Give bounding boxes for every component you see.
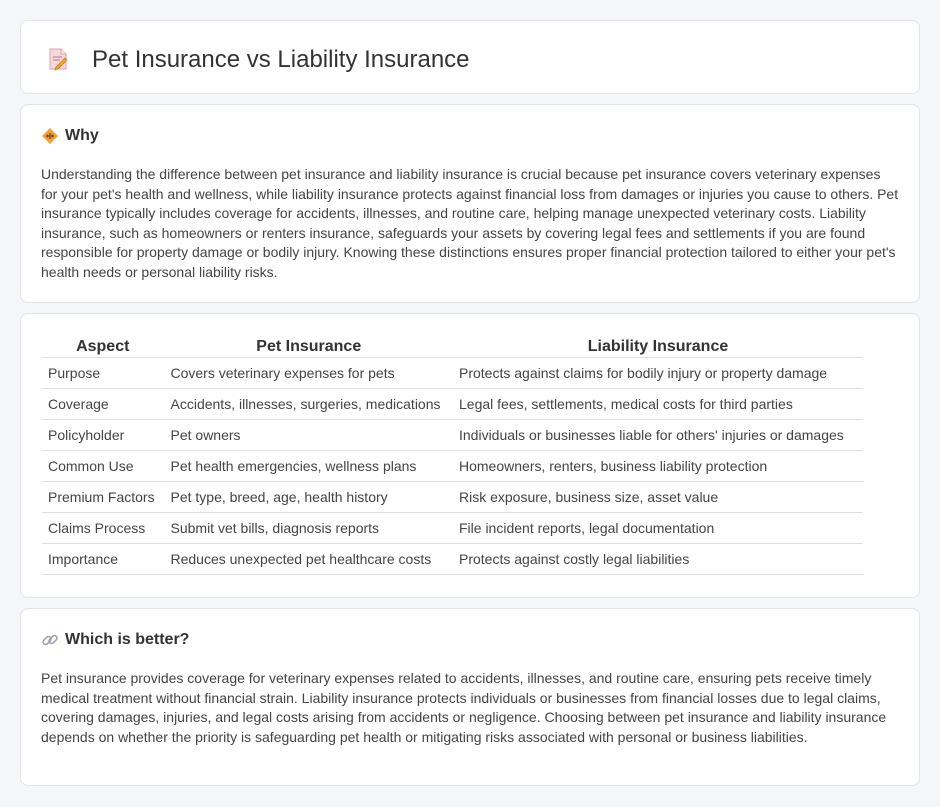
table-row: Claims Process Submit vet bills, diagnos… [42,512,863,544]
why-text: Understanding the difference between pet… [41,166,899,280]
header-liability-insurance: Liability Insurance [453,336,863,358]
header-pet-insurance: Pet Insurance [164,336,453,358]
table-row: Importance Reduces unexpected pet health… [42,543,863,575]
row-pet: Reduces unexpected pet healthcare costs [164,543,453,575]
row-pet: Submit vet bills, diagnosis reports [164,512,453,544]
table-row: Purpose Covers veterinary expenses for p… [42,357,863,389]
row-liability: Risk exposure, business size, asset valu… [453,481,863,513]
better-heading: Which is better? [41,631,189,649]
diamond-warning-icon [42,128,58,144]
row-liability: Protects against costly legal liabilitie… [453,543,863,575]
why-heading: Why [41,127,99,145]
link-icon [42,634,58,646]
header-aspect: Aspect [42,336,165,358]
table-row: Coverage Accidents, illnesses, surgeries… [42,388,863,420]
row-liability: Legal fees, settlements, medical costs f… [453,388,863,420]
table-row: Policyholder Pet owners Individuals or b… [42,419,863,451]
row-pet: Pet type, breed, age, health history [164,481,453,513]
comparison-section: Aspect Pet Insurance Liability Insurance… [20,313,920,598]
why-title: Why [65,127,99,144]
row-aspect: Policyholder [42,419,165,451]
row-liability: File incident reports, legal documentati… [453,512,863,544]
row-aspect: Premium Factors [42,481,165,513]
row-liability: Homeowners, renters, business liability … [453,450,863,482]
comparison-table: Aspect Pet Insurance Liability Insurance… [42,336,863,575]
row-aspect: Coverage [42,388,165,420]
row-pet: Accidents, illnesses, surgeries, medicat… [164,388,453,420]
page-title: Pet Insurance vs Liability Insurance [92,46,470,73]
document-pencil-icon [49,48,68,71]
table-row: Common Use Pet health emergencies, welln… [42,450,863,482]
row-aspect: Importance [42,543,165,575]
better-title: Which is better? [65,631,190,648]
better-text: Pet insurance provides coverage for vete… [41,670,887,745]
row-liability: Protects against claims for bodily injur… [453,357,863,389]
row-liability: Individuals or businesses liable for oth… [453,419,863,451]
row-pet: Covers veterinary expenses for pets [164,357,453,389]
why-section: Why Understanding the difference between… [20,104,920,303]
row-aspect: Common Use [42,450,165,482]
row-aspect: Purpose [42,357,165,389]
table-header-row: Aspect Pet Insurance Liability Insurance [42,336,863,358]
row-aspect: Claims Process [42,512,165,544]
row-pet: Pet owners [164,419,453,451]
table-row: Premium Factors Pet type, breed, age, he… [42,481,863,513]
header-card: Pet Insurance vs Liability Insurance [20,20,920,94]
which-better-section: Which is better? Pet insurance provides … [20,608,920,786]
row-pet: Pet health emergencies, wellness plans [164,450,453,482]
